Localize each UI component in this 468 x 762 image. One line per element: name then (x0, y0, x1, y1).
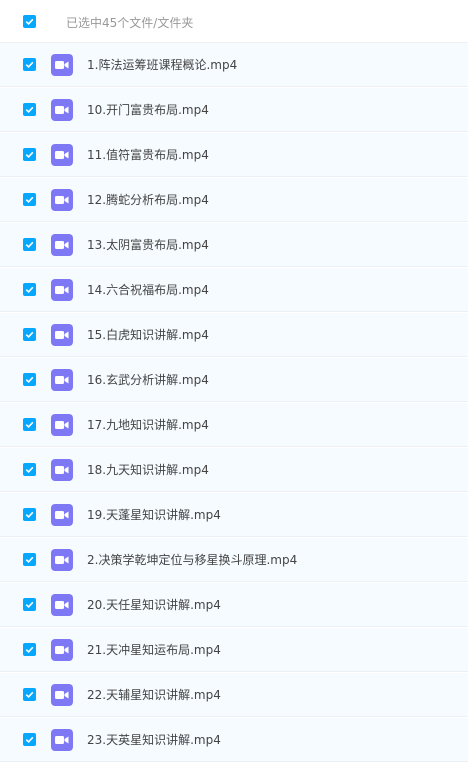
file-name[interactable]: 15.白虎知识讲解.mp4 (87, 326, 209, 343)
file-name[interactable]: 21.天冲星知运布局.mp4 (87, 641, 221, 658)
video-file-icon (51, 459, 73, 481)
file-checkbox[interactable] (23, 463, 36, 476)
file-checkbox[interactable] (23, 103, 36, 116)
video-file-icon (51, 279, 73, 301)
check-icon (25, 106, 34, 114)
video-file-icon (51, 369, 73, 391)
check-icon (25, 601, 34, 609)
file-row[interactable]: 1.阵法运筹班课程概论.mp4 (0, 43, 468, 87)
video-file-icon (51, 639, 73, 661)
file-name[interactable]: 17.九地知识讲解.mp4 (87, 416, 209, 433)
file-name[interactable]: 19.天蓬星知识讲解.mp4 (87, 506, 221, 523)
file-list: 1.阵法运筹班课程概论.mp4 10.开门富贵布局.mp4 11.值符富贵布局.mp… (0, 43, 468, 762)
file-row[interactable]: 10.开门富贵布局.mp4 (0, 88, 468, 132)
check-icon (25, 286, 34, 294)
file-checkbox[interactable] (23, 643, 36, 656)
video-file-icon (51, 234, 73, 256)
file-row[interactable]: 15.白虎知识讲解.mp4 (0, 313, 468, 357)
file-row[interactable]: 18.九天知识讲解.mp4 (0, 448, 468, 492)
file-checkbox[interactable] (23, 508, 36, 521)
selection-count-text: 已选中45个文件/文件夹 (66, 16, 194, 30)
file-row[interactable]: 11.值符富贵布局.mp4 (0, 133, 468, 177)
check-icon (25, 646, 34, 654)
file-name[interactable]: 1.阵法运筹班课程概论.mp4 (87, 56, 237, 73)
check-icon (25, 18, 34, 26)
check-icon (25, 376, 34, 384)
check-icon (25, 511, 34, 519)
file-row[interactable]: 12.腾蛇分析布局.mp4 (0, 178, 468, 222)
file-row[interactable]: 20.天任星知识讲解.mp4 (0, 583, 468, 627)
check-icon (25, 691, 34, 699)
video-file-icon (51, 189, 73, 211)
file-checkbox[interactable] (23, 373, 36, 386)
file-checkbox[interactable] (23, 328, 36, 341)
video-file-icon (51, 99, 73, 121)
file-name[interactable]: 2.决策学乾坤定位与移星换斗原理.mp4 (87, 551, 297, 568)
file-name[interactable]: 12.腾蛇分析布局.mp4 (87, 191, 209, 208)
file-checkbox[interactable] (23, 688, 36, 701)
file-name[interactable]: 22.天辅星知识讲解.mp4 (87, 686, 221, 703)
file-name[interactable]: 13.太阴富贵布局.mp4 (87, 236, 209, 253)
file-checkbox[interactable] (23, 418, 36, 431)
video-file-icon (51, 504, 73, 526)
video-file-icon (51, 594, 73, 616)
file-checkbox[interactable] (23, 553, 36, 566)
file-name[interactable]: 10.开门富贵布局.mp4 (87, 101, 209, 118)
video-file-icon (51, 549, 73, 571)
file-checkbox[interactable] (23, 58, 36, 71)
file-checkbox[interactable] (23, 238, 36, 251)
video-file-icon (51, 414, 73, 436)
check-icon (25, 421, 34, 429)
file-row[interactable]: 19.天蓬星知识讲解.mp4 (0, 493, 468, 537)
file-checkbox[interactable] (23, 148, 36, 161)
file-row[interactable]: 13.太阴富贵布局.mp4 (0, 223, 468, 267)
check-icon (25, 61, 34, 69)
file-row[interactable]: 21.天冲星知运布局.mp4 (0, 628, 468, 672)
file-name[interactable]: 20.天任星知识讲解.mp4 (87, 596, 221, 613)
file-name[interactable]: 18.九天知识讲解.mp4 (87, 461, 209, 478)
file-checkbox[interactable] (23, 193, 36, 206)
file-row[interactable]: 17.九地知识讲解.mp4 (0, 403, 468, 447)
file-row[interactable]: 2.决策学乾坤定位与移星换斗原理.mp4 (0, 538, 468, 582)
file-checkbox[interactable] (23, 598, 36, 611)
check-icon (25, 196, 34, 204)
video-file-icon (51, 54, 73, 76)
file-checkbox[interactable] (23, 283, 36, 296)
selection-header: 已选中45个文件/文件夹 (0, 0, 468, 43)
file-row[interactable]: 22.天辅星知识讲解.mp4 (0, 673, 468, 717)
check-icon (25, 736, 34, 744)
file-row[interactable]: 23.天英星知识讲解.mp4 (0, 718, 468, 762)
video-file-icon (51, 324, 73, 346)
file-name[interactable]: 23.天英星知识讲解.mp4 (87, 731, 221, 748)
file-name[interactable]: 11.值符富贵布局.mp4 (87, 146, 209, 163)
check-icon (25, 556, 34, 564)
video-file-icon (51, 144, 73, 166)
file-row[interactable]: 14.六合祝福布局.mp4 (0, 268, 468, 312)
file-checkbox[interactable] (23, 733, 36, 746)
check-icon (25, 241, 34, 249)
file-name[interactable]: 14.六合祝福布局.mp4 (87, 281, 209, 298)
check-icon (25, 331, 34, 339)
check-icon (25, 466, 34, 474)
video-file-icon (51, 684, 73, 706)
file-name[interactable]: 16.玄武分析讲解.mp4 (87, 371, 209, 388)
check-icon (25, 151, 34, 159)
file-row[interactable]: 16.玄武分析讲解.mp4 (0, 358, 468, 402)
select-all-checkbox[interactable] (23, 15, 36, 28)
